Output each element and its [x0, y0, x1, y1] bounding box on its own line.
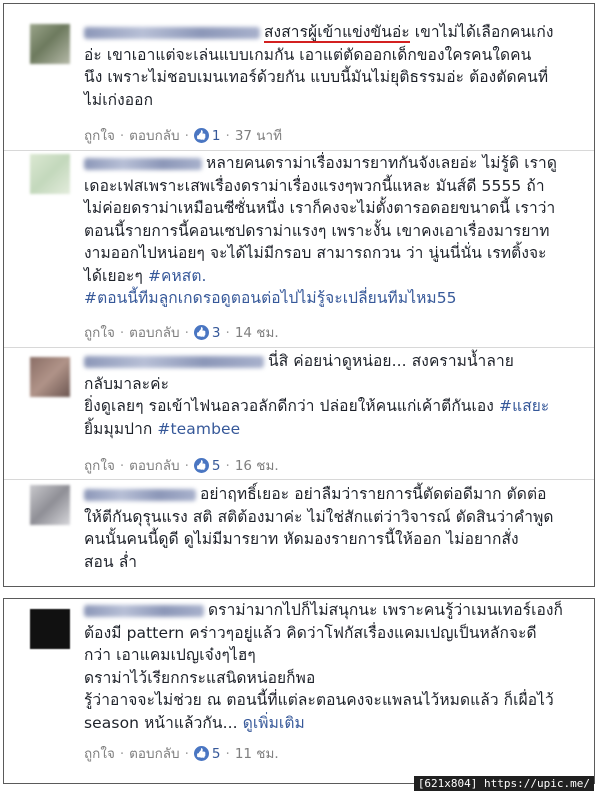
- comment-text: ไม่ค่อยดราม่าเหมือนซีซั่นหนึ่ง เราก็คงจะ…: [84, 199, 556, 217]
- commenter-name-blurred[interactable]: [84, 355, 264, 368]
- avatar[interactable]: [30, 24, 70, 64]
- comment-text: นี่สิ ค่อยน่าดูหน่อย... สงครามน้ำลาย: [268, 352, 514, 370]
- like-count[interactable]: 1: [212, 128, 221, 144]
- comment-text: season หน้าแล้วกัน...: [84, 713, 238, 732]
- timestamp[interactable]: 14 ชม.: [235, 325, 279, 341]
- reply-link[interactable]: ตอบกลับ: [129, 128, 179, 144]
- comment-actions: ถูกใจ·ตอบกลับ·1·37 นาที: [84, 127, 282, 145]
- comments-panel-top: สงสารผู้เข้าแข่งขันอ่ะ เขาไม่ได้เลือกคนเ…: [3, 3, 595, 587]
- comment-actions: ถูกใจ·ตอบกลับ·5·16 ชม.: [84, 457, 279, 475]
- comment-body: อย่าฤทธิ์เยอะ อย่าลืมว่ารายการนี้ตัดต่อด…: [84, 483, 580, 573]
- reply-link[interactable]: ตอบกลับ: [129, 325, 179, 341]
- hashtag-link[interactable]: #ตอนนี้ทีมลูกเกดรอดูตอนต่อไปไม่รู้จะเปลี…: [84, 287, 580, 310]
- comment-actions: ถูกใจ·ตอบกลับ·3·14 ชม.: [84, 324, 279, 342]
- divider: [4, 347, 594, 348]
- avatar[interactable]: [30, 154, 70, 194]
- comment-text: ไม่เก่งออก: [84, 90, 154, 109]
- comment-text: กว่า เอาแคมเปญเจ๋งๆไฮๆ: [84, 646, 256, 664]
- comment-text: ได้เยอะๆ: [84, 266, 143, 285]
- comment-text: ตอนนี้รายการนี้คอนเซปดราม่าแรงๆ เพราะงั้…: [84, 221, 550, 240]
- comment-text: ยิ้มมุมปาก: [84, 419, 153, 438]
- see-more-link[interactable]: ดูเพิ่มเติม: [243, 714, 305, 732]
- avatar[interactable]: [30, 485, 70, 525]
- reply-link[interactable]: ตอบกลับ: [129, 458, 179, 474]
- comment-text: เดอะเฟสเพราะเสพเรื่องดราม่าเรื่องแรงๆพวก…: [84, 176, 545, 195]
- like-count[interactable]: 5: [212, 458, 221, 474]
- comment-text: รู้ว่าอาจจะไม่ช่วย ณ ตอนนี้ที่แต่ละตอนคง…: [84, 691, 554, 709]
- timestamp[interactable]: 16 ชม.: [235, 458, 279, 474]
- comment-text: อย่าฤทธิ์เยอะ อย่าลืมว่ารายการนี้ตัดต่อด…: [200, 485, 547, 503]
- thumbs-up-icon: [193, 325, 209, 340]
- like-link[interactable]: ถูกใจ: [84, 458, 115, 474]
- hashtag-link[interactable]: #คหสต.: [148, 267, 207, 285]
- commenter-name-blurred[interactable]: [84, 488, 196, 501]
- comment-text: ดราม่าไว้เรียกกระแสนิดหน่อยก็พอ: [84, 668, 316, 687]
- like-link[interactable]: ถูกใจ: [84, 128, 115, 144]
- commenter-name-blurred[interactable]: [84, 26, 260, 39]
- comment-body: นี่สิ ค่อยน่าดูหน่อย... สงครามน้ำลาย กลั…: [84, 350, 580, 440]
- timestamp[interactable]: 37 นาที: [235, 128, 282, 144]
- comment-body: สงสารผู้เข้าแข่งขันอ่ะ เขาไม่ได้เลือกคนเ…: [84, 21, 580, 111]
- watermark: [621x804] https://upic.me/: [413, 776, 594, 791]
- comment-body: หลายคนดราม่าเรื่องมารยาทกันจังเลยอ่ะ ไม่…: [84, 152, 580, 310]
- timestamp[interactable]: 11 ชม.: [235, 746, 279, 762]
- commenter-name-blurred[interactable]: [84, 157, 202, 170]
- comment-text: งามออกไปหน่อยๆ จะได้ไม่มีกรอบ สามารถกวน …: [84, 244, 547, 262]
- thumbs-up-icon: [193, 458, 209, 473]
- comment-text: คนนั้นคนนี้ดูดี ดูไม่มีมารยาท หัดมองรายก…: [84, 530, 519, 548]
- like-link[interactable]: ถูกใจ: [84, 746, 115, 762]
- highlighted-phrase: สงสารผู้เข้าแข่งขันอ่ะ: [264, 23, 410, 43]
- comment-text: หลายคนดราม่าเรื่องมารยาทกันจังเลยอ่ะ ไม่…: [206, 154, 558, 172]
- avatar[interactable]: [30, 609, 70, 649]
- like-count[interactable]: 3: [212, 325, 221, 341]
- comment-text: ดราม่ามากไปก็ไม่สนุกนะ เพราะคนรู้ว่าเมนเ…: [208, 601, 564, 619]
- commenter-name-blurred[interactable]: [84, 604, 204, 617]
- like-count[interactable]: 5: [212, 746, 221, 762]
- reply-link[interactable]: ตอบกลับ: [129, 746, 179, 762]
- like-link[interactable]: ถูกใจ: [84, 325, 115, 341]
- comments-panel-bottom: ดราม่ามากไปก็ไม่สนุกนะ เพราะคนรู้ว่าเมนเ…: [3, 598, 595, 784]
- comment-text: เขาไม่ได้เลือกคนเก่ง: [409, 23, 554, 41]
- divider: [4, 150, 594, 151]
- comment-text: สอน ล่ำ: [84, 552, 137, 571]
- thumbs-up-icon: [193, 746, 209, 761]
- comment-body: ดราม่ามากไปก็ไม่สนุกนะ เพราะคนรู้ว่าเมนเ…: [84, 599, 580, 734]
- comment-text: ให้ตีกันดุรุนแรง สติ สติต้องมาค่ะ ไม่ใช่…: [84, 507, 554, 526]
- thumbs-up-icon: [193, 128, 209, 143]
- hashtag-link[interactable]: #แสยะ: [499, 397, 549, 415]
- divider: [4, 479, 594, 480]
- comment-actions: ถูกใจ·ตอบกลับ·5·11 ชม.: [84, 745, 279, 763]
- comment-text: กลับมาละค่ะ: [84, 374, 170, 393]
- avatar[interactable]: [30, 357, 70, 397]
- hashtag-link[interactable]: #teambee: [157, 420, 240, 438]
- comment-text: อ่ะ เขาเอาแต่จะเล่นแบบเกมกัน เอาแต่ตัดออ…: [84, 45, 532, 64]
- comment-text: ต้องมี pattern คร่าวๆอยู่แล้ว คิดว่าโฟกั…: [84, 623, 537, 642]
- comment-text: ยิ่งดูเลยๆ รอเข้าไฟนอลวอลักดีกว่า ปล่อยใ…: [84, 397, 494, 415]
- comment-text: นึง เพราะไม่ชอบเมนเทอร์ด้วยกัน แบบนี้มัน…: [84, 68, 549, 86]
